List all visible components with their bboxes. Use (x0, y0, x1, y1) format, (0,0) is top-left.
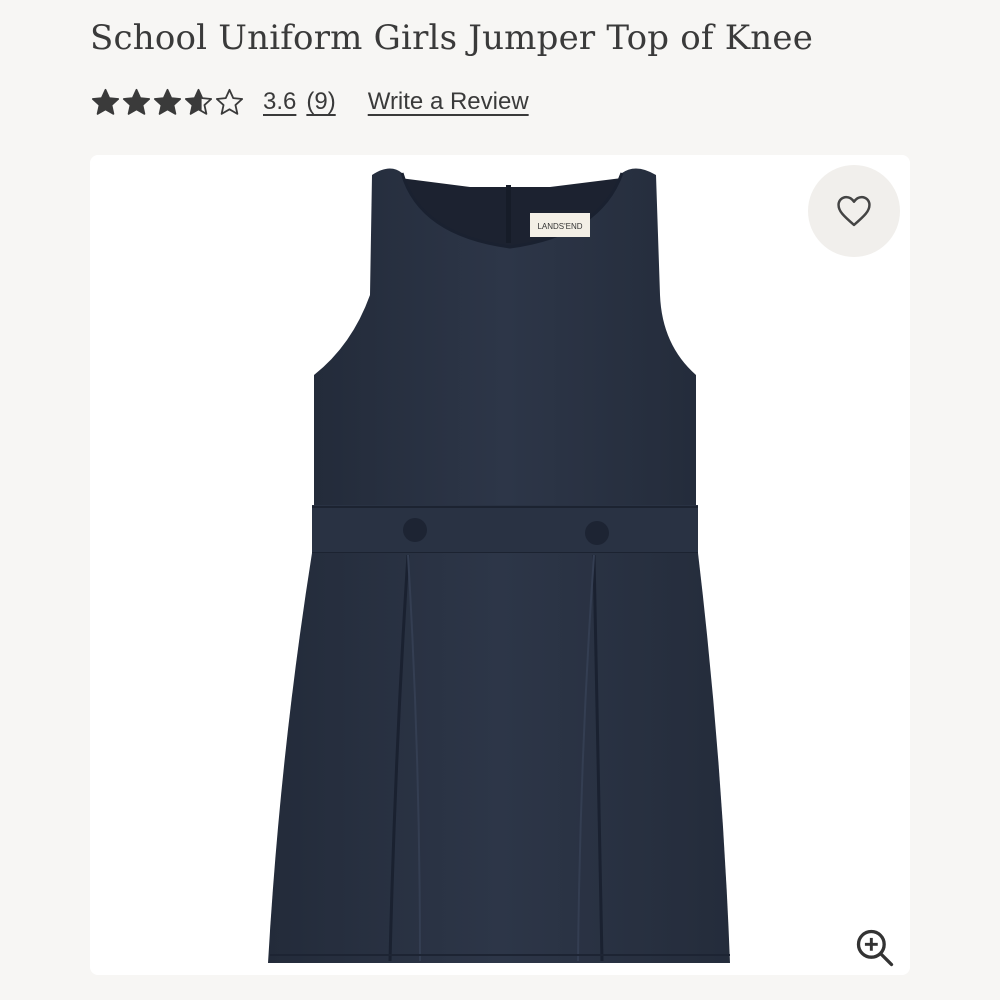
rating-count[interactable]: (9) (306, 88, 335, 116)
favorite-button[interactable] (808, 165, 900, 257)
product-title: School Uniform Girls Jumper Top of Knee (90, 18, 814, 58)
star-icon (91, 88, 120, 115)
write-review-link[interactable]: Write a Review (368, 88, 529, 116)
star-icon (215, 88, 244, 115)
star-rating[interactable] (90, 87, 245, 118)
product-image-card: LANDS'END (90, 155, 910, 975)
heart-icon (837, 195, 871, 227)
rating-value[interactable]: 3.6 (263, 88, 296, 116)
star-icon (184, 88, 213, 115)
star-icon (122, 88, 151, 115)
star-icon (153, 88, 182, 115)
brand-label: LANDS'END (537, 222, 582, 231)
rating-row: 3.6 (9) Write a Review (90, 84, 529, 120)
zoom-button[interactable] (850, 923, 900, 973)
zoom-in-icon (856, 929, 894, 967)
product-page: School Uniform Girls Jumper Top of Knee … (0, 0, 1000, 1000)
product-image[interactable]: LANDS'END (90, 155, 910, 975)
